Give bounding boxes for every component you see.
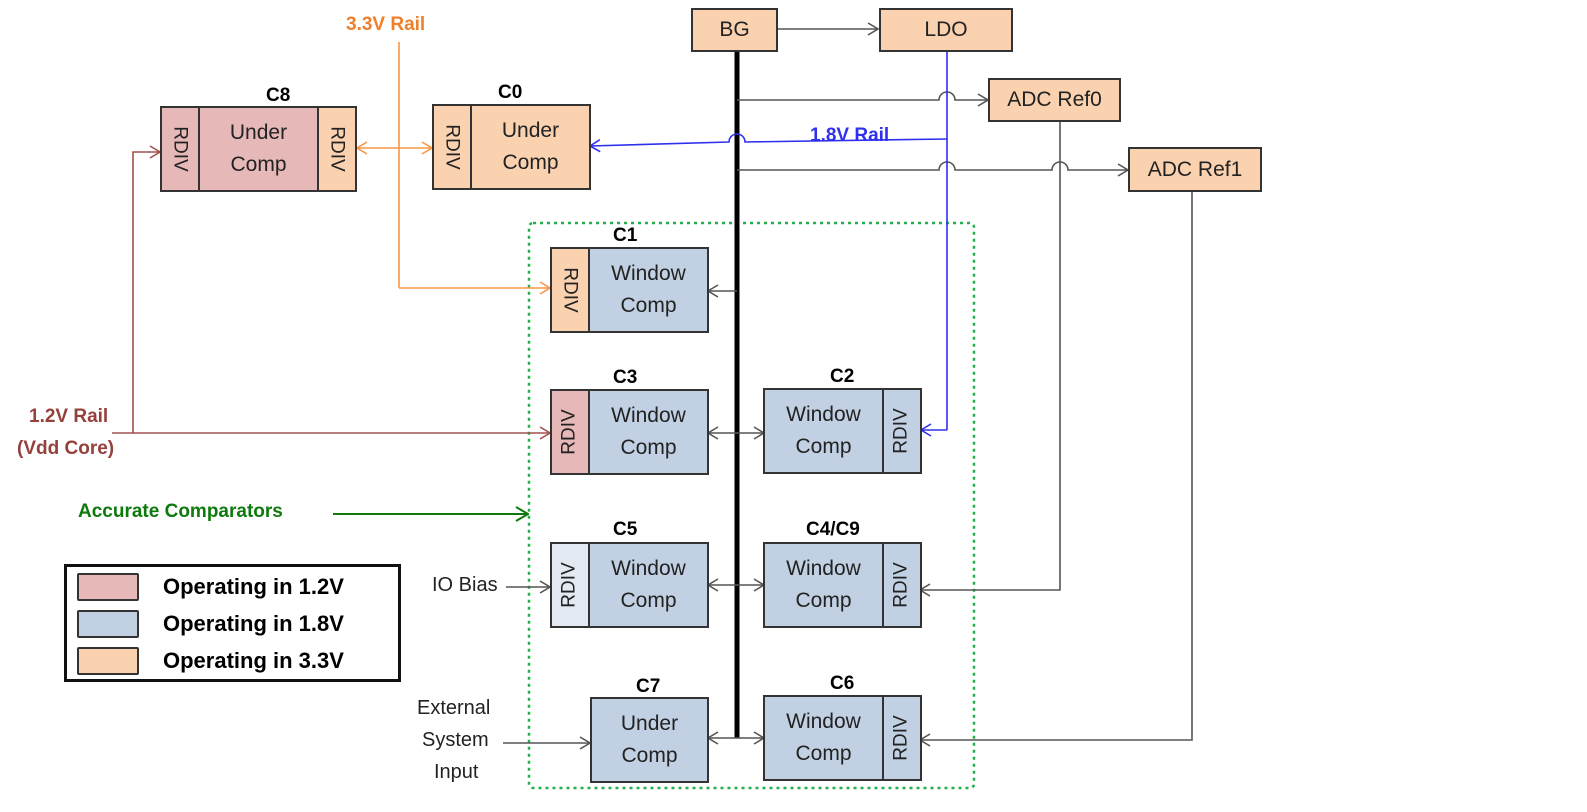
bg-to-adc1-wire (737, 161, 1128, 170)
bg-block: BG (691, 8, 778, 52)
legend-item-1v8: Operating in 1.8V (77, 610, 344, 638)
c3-comp: Window Comp (611, 404, 686, 459)
legend-item-1v2: Operating in 1.2V (77, 573, 344, 601)
c6-comp: Window Comp (786, 710, 861, 765)
ldo-block: LDO (879, 8, 1013, 52)
c3-block: RDIV Window Comp (550, 389, 709, 475)
legend-swatch (77, 573, 139, 601)
c0-rdiv: RDIV (434, 106, 472, 188)
c1-comp: Window Comp (611, 262, 686, 317)
adc1-to-c6 (920, 191, 1193, 740)
c2-name: C2 (830, 366, 855, 387)
c2-rdiv: RDIV (882, 390, 920, 472)
legend-swatch (77, 647, 139, 675)
c6-name: C6 (830, 673, 855, 694)
c3-rdiv: RDIV (552, 391, 590, 473)
c49-rdiv: RDIV (882, 544, 920, 626)
c6-rdiv: RDIV (882, 697, 920, 779)
c1-rdiv: RDIV (552, 249, 590, 331)
c49-comp: Window Comp (786, 557, 861, 612)
rail12-label-1: 1.2V Rail (29, 406, 109, 427)
c49-block: Window Comp RDIV (763, 542, 922, 628)
c6-block: Window Comp RDIV (763, 695, 922, 781)
c5-rdiv: RDIV (552, 544, 590, 626)
rail18-to-c0 (590, 133, 948, 146)
legend-item-3v3: Operating in 3.3V (77, 647, 344, 675)
c1-block: RDIV Window Comp (550, 247, 709, 333)
c0-name: C0 (498, 82, 523, 103)
c2-block: Window Comp RDIV (763, 388, 922, 474)
c7-name: C7 (636, 676, 661, 697)
rail33-label: 3.3V Rail (346, 14, 426, 35)
c0-comp: Under Comp (501, 119, 560, 174)
c7-comp: Under Comp (620, 712, 679, 767)
adc-ref0-label: ADC Ref0 (1007, 88, 1102, 111)
c49-name: C4/C9 (806, 519, 860, 540)
c1-name: C1 (613, 225, 638, 246)
c3-name: C3 (613, 367, 638, 388)
legend: Operating in 1.2V Operating in 1.8V Oper… (64, 564, 401, 682)
bg-label: BG (719, 18, 750, 41)
io-bias-label: IO Bias (432, 574, 498, 596)
adc0-to-c49 (920, 121, 1061, 590)
c5-comp: Window Comp (611, 557, 686, 612)
legend-swatch (77, 610, 139, 638)
external-label-2: System (422, 729, 489, 751)
c8-rdiv-left: RDIV (162, 108, 200, 190)
c8-comp: Under Comp (200, 108, 317, 190)
rail18-label: 1.8V Rail (810, 125, 890, 146)
accurate-comparators-label: Accurate Comparators (78, 501, 283, 522)
external-label-1: External (417, 697, 491, 719)
c8-name: C8 (266, 85, 291, 106)
c2-comp: Window Comp (786, 403, 861, 458)
c5-name: C5 (613, 519, 638, 540)
rail12-label-2: (Vdd Core) (17, 438, 115, 459)
adc-ref1-block: ADC Ref1 (1128, 147, 1262, 192)
c7-block: Under Comp (590, 697, 709, 783)
bg-to-adc0-wire (737, 91, 988, 100)
c8-rdiv-right: RDIV (317, 108, 355, 190)
ldo-label: LDO (924, 18, 968, 41)
c0-block: RDIV Under Comp (432, 104, 591, 190)
adc-ref0-block: ADC Ref0 (988, 78, 1121, 122)
c5-block: RDIV Window Comp (550, 542, 709, 628)
c8-block: RDIV Under Comp RDIV (160, 106, 357, 192)
adc-ref1-label: ADC Ref1 (1147, 157, 1243, 181)
external-label-3: Input (434, 761, 479, 783)
rail12-to-c8 (132, 152, 160, 433)
